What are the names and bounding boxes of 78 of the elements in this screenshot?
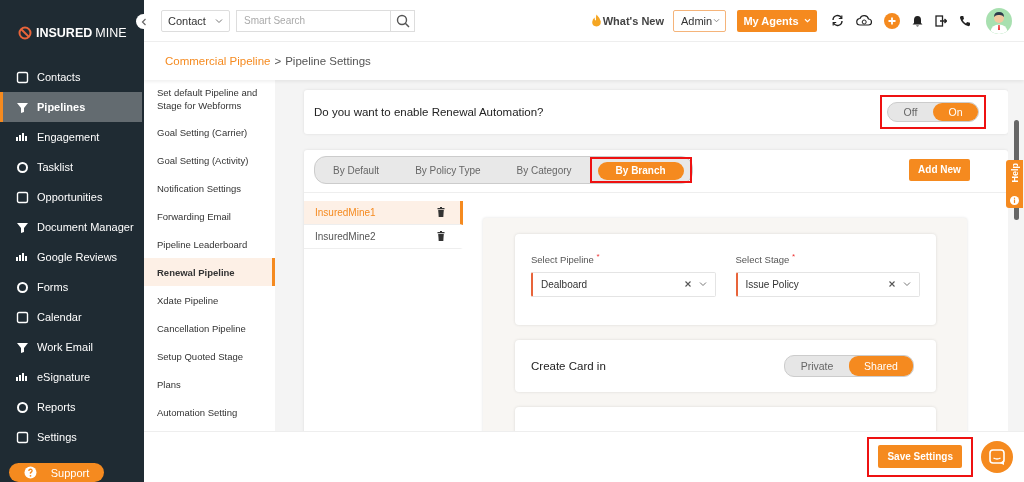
- nav-item[interactable]: Settings: [0, 422, 142, 452]
- select-field[interactable]: Dealboard: [531, 271, 716, 297]
- role-select[interactable]: Admin: [673, 9, 726, 32]
- nav-item[interactable]: Calendar: [0, 302, 142, 332]
- tab[interactable]: By Policy Type: [405, 161, 491, 180]
- nav-icon: [16, 250, 29, 264]
- clear-icon[interactable]: [683, 280, 692, 289]
- breadcrumb-separator: >: [274, 55, 282, 67]
- chevron-down-icon: [803, 18, 811, 23]
- nav-icon: [16, 220, 29, 234]
- nav-icon: [16, 130, 29, 144]
- nav-item[interactable]: Engagement: [0, 122, 142, 152]
- settings-menu-item[interactable]: Setup Quoted Stage: [144, 342, 275, 370]
- chevron-down-icon: [215, 17, 223, 24]
- nav-icon: [16, 280, 29, 294]
- nav-item[interactable]: eSignature: [0, 362, 142, 392]
- trash-icon[interactable]: [437, 231, 445, 241]
- renewal-question: Do you want to enable Renewal Automation?: [314, 106, 544, 118]
- nav-icon: [16, 310, 29, 324]
- tab[interactable]: By Category: [506, 161, 582, 180]
- nav-icon: [16, 190, 29, 204]
- flame-icon: [590, 14, 602, 27]
- chevron-down-icon: [713, 18, 720, 23]
- logo: INSURED MINE: [0, 0, 127, 40]
- nav-icon: [16, 370, 29, 384]
- bell-icon[interactable]: [912, 14, 923, 27]
- search-field[interactable]: Smart Search: [236, 9, 391, 32]
- clear-icon[interactable]: [888, 280, 896, 289]
- field-label: Select Stage $^{*}$: [735, 251, 797, 265]
- chevron-left-icon: [139, 17, 148, 26]
- nav-item[interactable]: Pipelines: [0, 92, 142, 122]
- nav-item[interactable]: Reports: [0, 392, 142, 422]
- module-select[interactable]: Contact: [161, 9, 230, 32]
- logo-icon: [18, 26, 32, 40]
- nav-icon: [16, 430, 29, 444]
- nav-item[interactable]: Google Reviews: [0, 242, 142, 272]
- nav-item[interactable]: Tasklist: [0, 152, 142, 182]
- settings-menu-item[interactable]: Set default Pipeline and Stage for Webforms: [144, 80, 275, 118]
- settings-menu-item[interactable]: Xdate Pipeline: [144, 286, 275, 314]
- toggle-option[interactable]: Private: [785, 355, 849, 376]
- settings-menu-item[interactable]: Renewal Pipeline: [144, 258, 275, 286]
- nav-icon: [16, 160, 29, 174]
- avatar-icon[interactable]: [986, 7, 1012, 34]
- search-icon: [395, 13, 410, 28]
- branch-item[interactable]: InsuredMine2: [304, 224, 463, 249]
- phone-icon[interactable]: [959, 14, 971, 27]
- nav-icon: [16, 400, 29, 414]
- nav-icon: [16, 70, 29, 84]
- help-icon: [23, 466, 37, 479]
- breadcrumb-current: Pipeline Settings: [285, 55, 371, 67]
- settings-menu-item[interactable]: Automation Setting: [144, 398, 275, 426]
- trash-icon[interactable]: [437, 207, 445, 217]
- nav-icon: [16, 100, 29, 114]
- nav-item[interactable]: Work Email: [0, 332, 142, 362]
- whats-new-link[interactable]: What's New: [590, 14, 664, 27]
- field-label: Select Pipeline $^{*}$: [531, 251, 601, 265]
- tab[interactable]: By Default: [323, 161, 390, 180]
- settings-menu-item[interactable]: Notification Settings: [144, 174, 275, 202]
- settings-menu-item[interactable]: Plans: [144, 370, 275, 398]
- refresh-icon[interactable]: [831, 14, 844, 27]
- nav-item[interactable]: Forms: [0, 272, 142, 302]
- cloud-icon[interactable]: [856, 14, 872, 27]
- search-button[interactable]: [390, 9, 415, 32]
- settings-menu-item[interactable]: Pipeline Leaderboard: [144, 230, 275, 258]
- create-card-label: Create Card in: [531, 359, 606, 372]
- select-field[interactable]: Issue Policy: [735, 271, 920, 297]
- toggle-option[interactable]: Off: [888, 103, 933, 121]
- settings-menu-item[interactable]: Cancellation Pipeline: [144, 314, 275, 342]
- settings-menu-item[interactable]: Goal Setting (Activity): [144, 146, 275, 174]
- info-icon: [1010, 196, 1019, 205]
- chat-icon: [989, 449, 1005, 465]
- nav-item[interactable]: Opportunities: [0, 182, 142, 212]
- logout-icon[interactable]: [935, 14, 947, 27]
- nav-item[interactable]: Document Manager: [0, 212, 142, 242]
- settings-menu-item[interactable]: Goal Setting (Carrier): [144, 118, 275, 146]
- settings-menu-item[interactable]: Forwarding Email: [144, 202, 275, 230]
- nav-item[interactable]: Contacts: [0, 62, 142, 92]
- nav-icon: [16, 340, 29, 354]
